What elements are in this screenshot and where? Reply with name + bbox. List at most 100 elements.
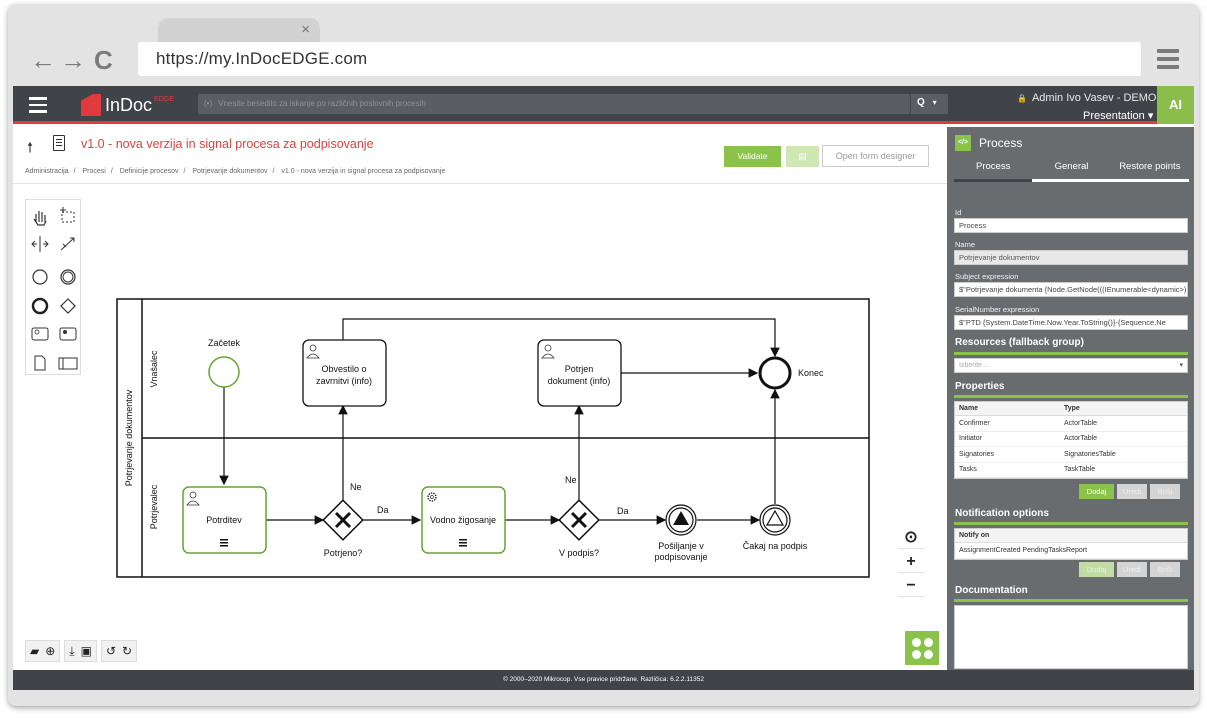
pool-label: Potrjevanje dokumentov [124,389,134,486]
column-name: Name [959,405,979,412]
row-type: ActorTable [1064,419,1098,427]
search-button[interactable]: Q ▾ [910,94,948,114]
reload-icon[interactable]: C [94,44,113,76]
back-icon[interactable]: ← [30,44,56,76]
task-confirmed-label-2: dokument (info) [548,376,611,386]
tab-general[interactable]: General [1032,161,1111,182]
delete-property-button[interactable]: Briši [1150,484,1180,499]
validate-button[interactable]: Validate [724,146,781,167]
subject-expression-field[interactable]: $"Potrjevanje dokumenta {Node.GetNode(((… [954,282,1188,297]
add-notification-button[interactable]: Dodaj [1079,562,1114,577]
section-divider [954,522,1188,525]
row-name: Tasks [959,466,977,474]
open-folder-icon[interactable]: ▰ [30,644,39,658]
documentation-title: Documentation [955,585,1028,596]
serial-label: SerialNumber expression [955,305,1040,314]
download-icon[interactable]: ⤓ [69,644,74,659]
section-divider [954,599,1188,602]
app-logo[interactable]: InDoc EDGE [81,94,174,116]
breadcrumb-item[interactable]: v1.0 - nova verzija in signal procesa za… [281,168,445,175]
save-button[interactable]: ▤ [786,146,819,167]
image-export-icon[interactable]: ▣ [81,644,92,658]
reset-view-icon[interactable]: ⊙ [898,527,924,549]
global-search-input[interactable]: (•) Vnesite besedilo za iskanje po različ… [198,94,910,114]
start-event[interactable]: Začetek [208,338,241,388]
bpmn-diagram[interactable]: Potrjevanje dokumentov Vnašalec Potrjeva… [13,184,947,604]
multi-instance-icon [220,539,228,547]
zoom-controls: ⊙ + − [898,527,924,599]
up-arrow-icon[interactable]: 🠕 [27,137,33,161]
panel-title: Process [979,136,1023,150]
serial-expression-field[interactable]: $"PTD {System.DateTime.Now.Year.ToString… [954,315,1188,330]
open-form-designer-button[interactable]: Open form designer [822,145,929,167]
end-event-label: Konec [798,368,824,378]
documentation-textarea[interactable] [954,605,1188,669]
event-send-label-2: podpisovanje [654,552,707,562]
page-title: v1.0 - nova verzija in signal procesa za… [81,137,374,151]
search-placeholder: Vnesite besedilo za iskanje po različnih… [218,99,426,108]
table-row[interactable]: Tasks TaskTable [955,463,1187,478]
tab-close-icon[interactable]: × [301,21,310,38]
task-confirmed-label-1: Potrjen [565,364,594,374]
zoom-out-icon[interactable]: − [898,575,924,597]
task-notify-rejection[interactable]: Obvestilo o zavrnitvi (info) [302,339,387,407]
breadcrumb: Administracija / Procesi / Definicije proc… [25,168,446,175]
resources-title: Resources (fallback group) [955,337,1084,348]
section-divider [954,352,1188,355]
zoom-in-icon[interactable]: + [898,551,924,573]
breadcrumb-item[interactable]: Administracija [25,168,69,175]
tab-process[interactable]: Process [954,161,1033,182]
search-prefix-icon: (•) [204,99,213,108]
event-send-label-1: Pošiljanje v [658,541,704,551]
start-event-label: Začetek [208,338,241,348]
multi-instance-icon [459,539,467,547]
gateway-confirmed-label: Potrjeno? [324,548,363,558]
address-bar[interactable]: https://my.InDocEDGE.com [138,42,1141,76]
code-icon: </> [955,135,971,151]
role-dropdown[interactable]: Presentation ▾ [1083,109,1153,122]
gateway-to-sign-label: V podpis? [559,548,599,558]
task-confirmed-document[interactable]: Potrjen dokument (info) [537,339,622,407]
task-confirm[interactable]: Potrditev [182,486,267,554]
table-row[interactable]: AssignmentCreated PendingTasksReport [955,543,1187,559]
task-notify-label-2: zavrnitvi (info) [316,376,372,386]
add-property-button[interactable]: Dodaj [1079,484,1114,499]
search-caret-icon: ▾ [932,98,937,107]
puzzle-icon[interactable] [905,631,939,665]
delete-notification-button[interactable]: Briši [1150,562,1180,577]
task-watermark-stamp[interactable]: Vodno žigosanje [421,486,506,554]
table-row[interactable]: Signatories SignatoriesTable [955,447,1187,463]
tab-restore-points[interactable]: Restore points [1110,161,1189,182]
forward-icon[interactable]: → [60,44,86,76]
notification-table: Notify on AssignmentCreated PendingTasks… [954,528,1188,560]
logo-mark-icon [81,94,101,116]
lane-label-potrjevalec: Potrjevalec [149,484,159,529]
avatar[interactable]: AI [1157,86,1194,124]
task-stamp-label: Vodno žigosanje [430,515,496,525]
breadcrumb-item[interactable]: Definicije procesov [120,168,179,175]
logo-superscript: EDGE [154,96,174,103]
add-circle-icon[interactable]: ⊕ [45,644,55,658]
name-field[interactable]: Potrjevanje dokumentov [954,250,1188,265]
breadcrumb-item[interactable]: Procesi [82,168,105,175]
edit-property-button[interactable]: Uredi [1117,484,1147,499]
event-wait-label: Čakaj na podpis [743,541,808,551]
row-name: Initiator [959,435,982,443]
bottom-toolbar: ▰ ⊕ ⤓ ▣ ↺ ↻ [25,640,138,662]
table-header: Notify on [955,529,1187,543]
redo-icon[interactable]: ↻ [122,644,132,658]
id-field[interactable]: Process [954,218,1188,233]
menu-icon[interactable] [29,97,47,117]
resources-select[interactable]: Izberite ... [954,358,1188,373]
task-notify-label-1: Obvestilo o [321,364,366,374]
undo-icon[interactable]: ↺ [106,644,116,658]
search-icon: Q [917,97,925,108]
row-name: Confirmer [959,419,990,427]
footer: © 2000–2020 Mikrocop. Vse pravice pridrž… [13,670,1194,690]
table-row[interactable]: Initiator ActorTable [955,432,1187,447]
table-row[interactable]: Confirmer ActorTable [955,416,1187,432]
edit-notification-button[interactable]: Uredi [1117,562,1147,577]
breadcrumb-item[interactable]: Potrjevanje dokumentov [192,168,267,175]
browser-menu-icon[interactable] [1157,49,1179,73]
task-confirm-label: Potrditev [206,515,242,525]
